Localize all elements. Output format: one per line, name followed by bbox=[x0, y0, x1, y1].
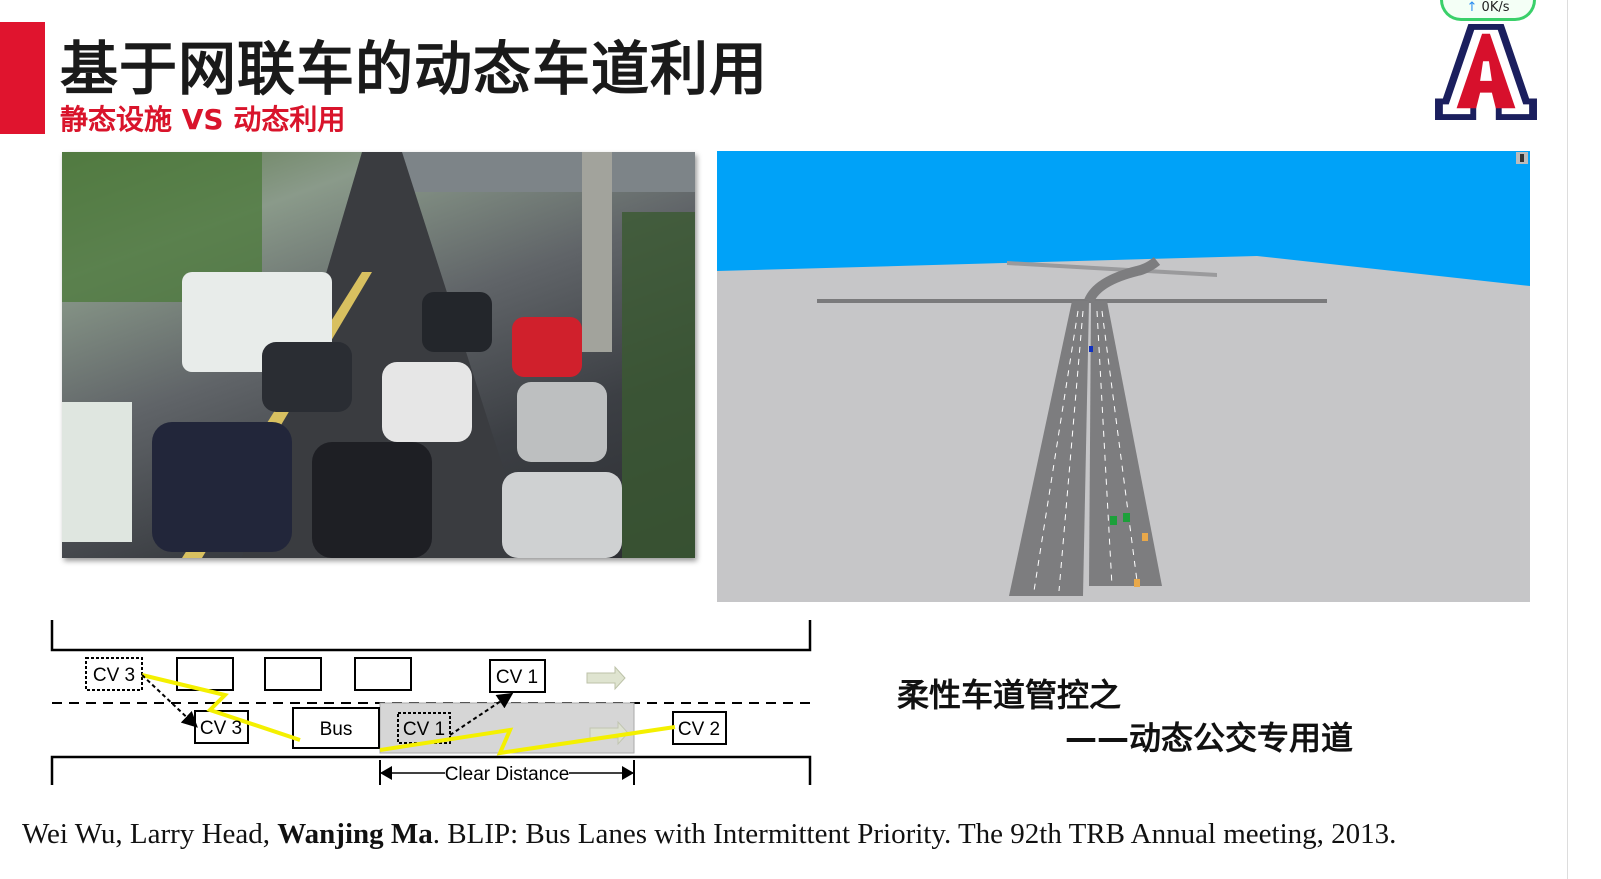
note-line-2: ——动态公交专用道 bbox=[1065, 719, 1354, 757]
cv2-label: CV 2 bbox=[678, 719, 720, 740]
traffic-simulation-view[interactable] bbox=[717, 151, 1530, 602]
accent-bar bbox=[0, 22, 45, 134]
slide-edge bbox=[1567, 0, 1568, 879]
slide-title: 基于网联车的动态车道利用 bbox=[60, 35, 769, 103]
clear-distance-label: Clear Distance bbox=[445, 764, 570, 785]
citation-rest: . BLIP: Bus Lanes with Intermittent Prio… bbox=[432, 818, 1397, 850]
slide-subtitle: 静态设施 VS 动态利用 bbox=[60, 103, 346, 136]
traffic-congestion-photo bbox=[62, 152, 695, 558]
note-line-1: 柔性车道管控之 bbox=[897, 676, 1122, 714]
citation-authors: Wei Wu, Larry Head, bbox=[22, 818, 278, 850]
cv3-ghost-label: CV 3 bbox=[93, 665, 135, 686]
cv1-ghost-label: CV 1 bbox=[403, 719, 445, 740]
network-speed: 0K/s bbox=[1481, 0, 1510, 15]
bus-label: Bus bbox=[320, 719, 353, 740]
network-speed-badge[interactable]: ↑ 0K/s bbox=[1440, 0, 1536, 21]
blip-lane-diagram: CV 3 CV 1 CV 3 Bus CV 1 CV 2 Clear Dista… bbox=[50, 620, 812, 785]
citation-bold-author: Wanjing Ma bbox=[277, 818, 433, 850]
citation: Wei Wu, Larry Head, Wanjing Ma. BLIP: Bu… bbox=[22, 818, 1396, 851]
cv1-label: CV 1 bbox=[496, 667, 538, 688]
arrow-up-icon: ↑ bbox=[1466, 0, 1478, 15]
university-logo bbox=[1435, 23, 1537, 121]
traffic-light-icon[interactable] bbox=[1516, 152, 1528, 164]
cv3-label: CV 3 bbox=[200, 718, 242, 739]
